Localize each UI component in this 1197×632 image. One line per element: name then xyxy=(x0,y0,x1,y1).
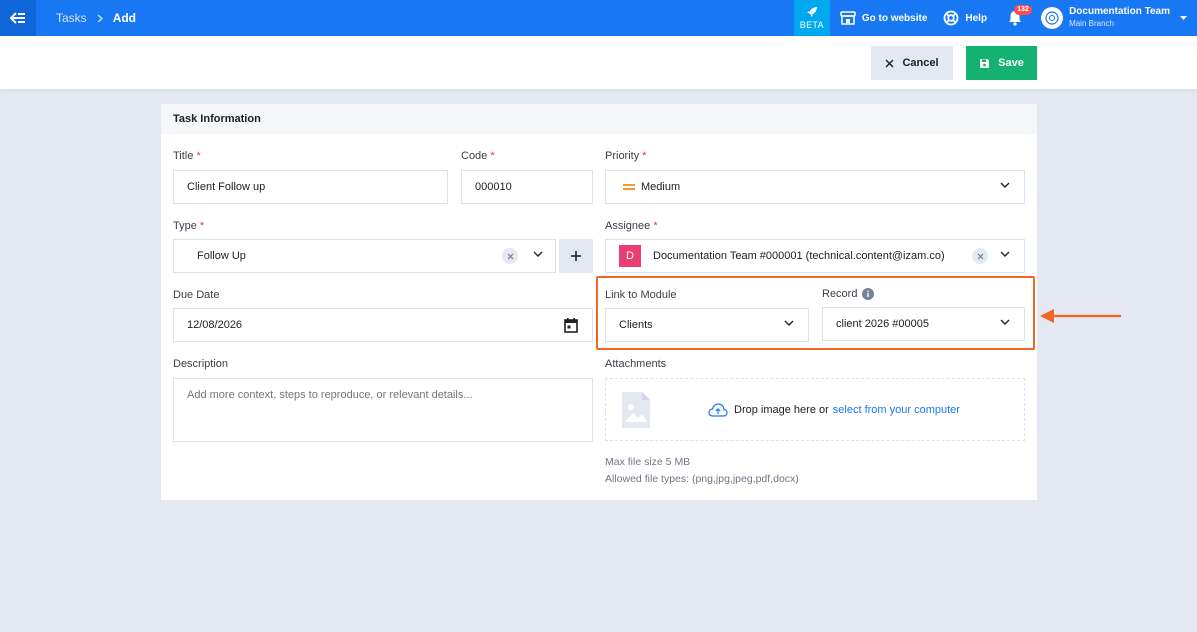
assignee-label: Assignee * xyxy=(605,220,658,232)
help-label: Help xyxy=(965,12,988,24)
attachments-dropzone[interactable]: Drop image here or select from your comp… xyxy=(605,378,1025,441)
priority-label: Priority * xyxy=(605,150,647,162)
breadcrumb-tasks[interactable]: Tasks xyxy=(56,11,87,25)
code-label: Code * xyxy=(461,150,495,162)
priority-select[interactable]: Medium xyxy=(605,170,1025,204)
account-branch: Main Branch xyxy=(1069,19,1114,28)
clear-icon[interactable] xyxy=(972,248,988,264)
due-date-input[interactable]: 12/08/2026 xyxy=(173,308,593,342)
action-bar: Cancel Save xyxy=(0,36,1197,89)
allowed-types-note: Allowed file types: (png,jpg,jpeg,pdf,do… xyxy=(605,473,799,485)
cancel-label: Cancel xyxy=(902,57,939,69)
breadcrumb-current: Add xyxy=(112,11,137,25)
back-button[interactable] xyxy=(0,0,36,36)
close-icon xyxy=(885,59,894,67)
image-file-icon xyxy=(622,392,650,428)
select-file-link[interactable]: select from your computer xyxy=(833,404,960,416)
account-name: Documentation Team xyxy=(1069,6,1170,17)
go-to-website-label: Go to website xyxy=(861,12,928,24)
cancel-button[interactable]: Cancel xyxy=(871,46,953,80)
beta-label: BETA xyxy=(799,20,824,30)
chevron-down-icon xyxy=(533,251,543,257)
drop-text: Drop image here or xyxy=(734,404,829,416)
assignee-avatar: D xyxy=(619,245,641,267)
add-type-button[interactable] xyxy=(559,239,593,273)
floppy-disk-icon xyxy=(980,58,990,68)
company-logo-icon xyxy=(1041,7,1064,29)
cloud-upload-icon xyxy=(708,403,728,417)
panel-title: Task Information xyxy=(161,104,1037,134)
breadcrumb: Tasks Add xyxy=(56,11,136,25)
chevron-right-icon xyxy=(97,14,103,23)
plus-icon xyxy=(571,251,581,261)
arrow-left-icon xyxy=(10,12,25,24)
due-date-value: 12/08/2026 xyxy=(187,319,243,331)
go-to-website-link[interactable]: Go to website xyxy=(840,11,928,25)
code-input[interactable]: 000010 xyxy=(461,170,593,204)
chevron-down-icon xyxy=(1000,182,1010,188)
description-textarea[interactable] xyxy=(173,378,593,442)
attachments-label: Attachments xyxy=(605,358,667,370)
top-navbar: Tasks Add BETA Go to website Help 132 Do… xyxy=(0,0,1197,36)
lifebuoy-icon xyxy=(943,10,959,26)
title-label: Title * xyxy=(173,150,201,162)
account-menu[interactable]: Documentation Team Main Branch xyxy=(1041,6,1187,30)
calendar-icon[interactable] xyxy=(564,318,578,333)
save-label: Save xyxy=(998,57,1024,69)
due-date-label: Due Date xyxy=(173,289,220,301)
notifications-button[interactable]: 132 xyxy=(1003,0,1032,36)
chevron-down-icon xyxy=(1000,251,1010,257)
type-value: Follow Up xyxy=(197,250,246,262)
max-file-size-note: Max file size 5 MB xyxy=(605,456,691,468)
title-input[interactable]: Client Follow up xyxy=(173,170,448,204)
priority-value: Medium xyxy=(641,181,681,193)
description-label: Description xyxy=(173,358,229,370)
annotation-highlight-box xyxy=(596,276,1035,350)
store-icon xyxy=(840,11,856,25)
priority-medium-icon xyxy=(623,182,635,192)
assignee-select[interactable]: D Documentation Team #000001 (technical.… xyxy=(605,239,1025,273)
annotation-arrow-icon xyxy=(1040,309,1121,323)
notification-badge: 132 xyxy=(1014,5,1032,15)
type-select[interactable]: Follow Up xyxy=(173,239,556,273)
caret-down-icon xyxy=(1180,16,1187,20)
help-link[interactable]: Help xyxy=(943,10,987,26)
type-label: Type * xyxy=(173,220,205,232)
rocket-icon xyxy=(806,7,817,17)
save-button[interactable]: Save xyxy=(966,46,1037,80)
assignee-value: Documentation Team #000001 (technical.co… xyxy=(653,250,945,262)
clear-icon[interactable] xyxy=(502,248,518,264)
beta-button[interactable]: BETA xyxy=(793,0,830,36)
